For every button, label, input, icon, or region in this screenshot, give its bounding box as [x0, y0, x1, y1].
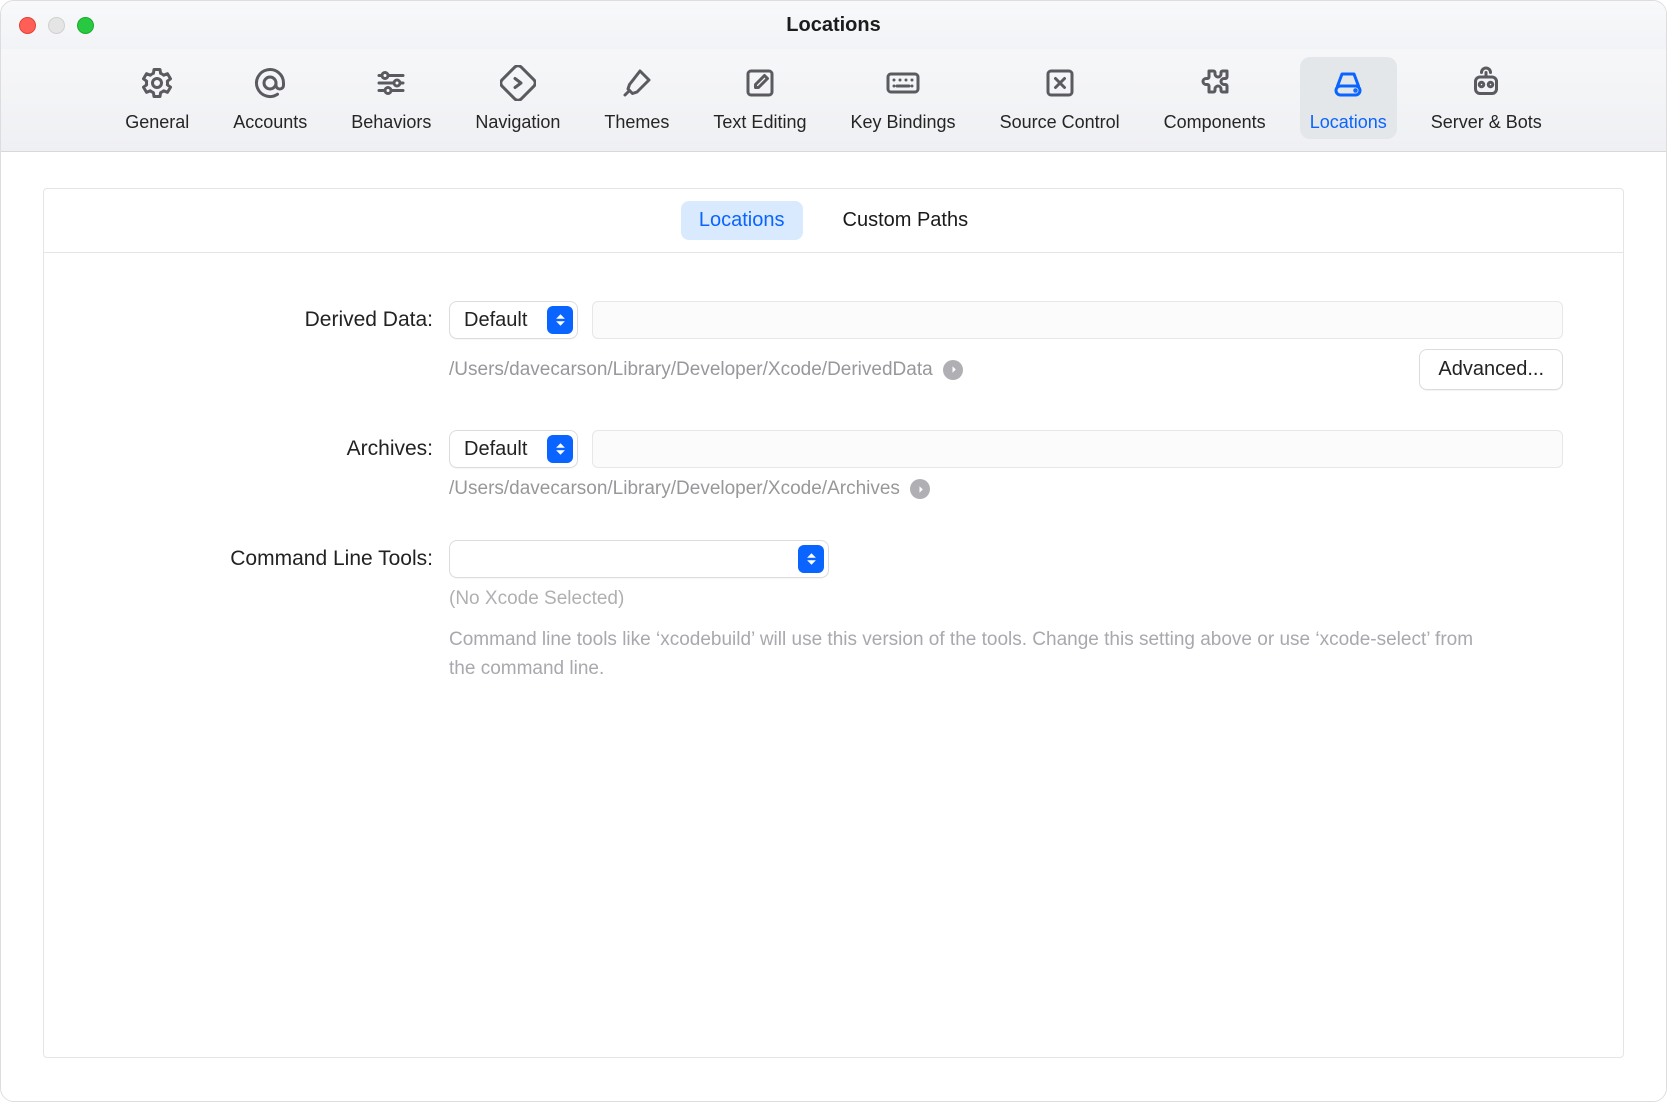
derived-data-path-input[interactable]	[592, 301, 1563, 339]
puzzle-icon	[1197, 65, 1233, 106]
derived-data-path-row: /Users/davecarson/Library/Developer/Xcod…	[449, 349, 1563, 390]
preferences-window: Locations General Accounts Behaviors Nav…	[0, 0, 1667, 1102]
archives-dropdown[interactable]: Default	[449, 430, 578, 468]
archives-path-input[interactable]	[592, 430, 1563, 468]
derived-data-path: /Users/davecarson/Library/Developer/Xcod…	[449, 359, 933, 381]
toolbar-item-navigation[interactable]: Navigation	[465, 57, 570, 139]
clt-hint: (No Xcode Selected)	[449, 588, 1563, 610]
toolbar-item-text-editing[interactable]: Text Editing	[703, 57, 816, 139]
locations-panel: Locations Custom Paths Derived Data: Def…	[43, 188, 1624, 1058]
titlebar: Locations	[1, 1, 1666, 49]
clt-row: Command Line Tools:	[104, 540, 1563, 578]
preferences-toolbar: General Accounts Behaviors Navigation Th…	[1, 49, 1666, 152]
toolbar-item-general[interactable]: General	[115, 57, 199, 139]
archives-path: /Users/davecarson/Library/Developer/Xcod…	[449, 478, 900, 500]
toolbar-label: Source Control	[1000, 112, 1120, 133]
pencil-square-icon	[742, 65, 778, 106]
toolbar-label: Navigation	[475, 112, 560, 133]
tab-custom-paths[interactable]: Custom Paths	[825, 201, 987, 240]
clt-label: Command Line Tools:	[104, 547, 449, 571]
subtab-bar: Locations Custom Paths	[44, 189, 1623, 253]
toolbar-item-locations[interactable]: Locations	[1300, 57, 1397, 139]
archives-row: Archives: Default	[104, 430, 1563, 468]
toolbar-label: General	[125, 112, 189, 133]
arrow-right-circle-icon[interactable]	[910, 479, 930, 499]
toolbar-item-accounts[interactable]: Accounts	[223, 57, 317, 139]
toolbar-item-server-bots[interactable]: Server & Bots	[1421, 57, 1552, 139]
arrow-right-circle-icon[interactable]	[943, 360, 963, 380]
robot-icon	[1468, 65, 1504, 106]
derived-data-dropdown[interactable]: Default	[449, 301, 578, 339]
sliders-icon	[373, 65, 409, 106]
toolbar-label: Accounts	[233, 112, 307, 133]
toolbar-item-behaviors[interactable]: Behaviors	[341, 57, 441, 139]
toolbar-item-themes[interactable]: Themes	[594, 57, 679, 139]
toolbar-label: Server & Bots	[1431, 112, 1542, 133]
updown-chevron-icon	[547, 435, 573, 463]
navigation-arrow-icon	[500, 65, 536, 106]
drive-icon	[1330, 65, 1366, 106]
gear-icon	[139, 65, 175, 106]
paintbrush-icon	[619, 65, 655, 106]
derived-data-row: Derived Data: Default	[104, 301, 1563, 339]
toolbar-item-key-bindings[interactable]: Key Bindings	[840, 57, 965, 139]
derived-data-label: Derived Data:	[104, 308, 449, 332]
archives-label: Archives:	[104, 437, 449, 461]
advanced-button[interactable]: Advanced...	[1419, 349, 1563, 390]
toolbar-item-components[interactable]: Components	[1154, 57, 1276, 139]
toolbar-label: Text Editing	[713, 112, 806, 133]
content-area: Locations Custom Paths Derived Data: Def…	[1, 152, 1666, 1101]
source-control-icon	[1042, 65, 1078, 106]
updown-chevron-icon	[798, 545, 824, 573]
tab-locations[interactable]: Locations	[681, 201, 803, 240]
clt-dropdown[interactable]	[449, 540, 829, 578]
window-title: Locations	[1, 14, 1666, 37]
toolbar-item-source-control[interactable]: Source Control	[990, 57, 1130, 139]
dropdown-value: Default	[464, 438, 527, 461]
toolbar-label: Locations	[1310, 112, 1387, 133]
at-icon	[252, 65, 288, 106]
toolbar-label: Behaviors	[351, 112, 431, 133]
toolbar-label: Themes	[604, 112, 669, 133]
toolbar-label: Components	[1164, 112, 1266, 133]
updown-chevron-icon	[547, 306, 573, 334]
locations-form: Derived Data: Default /Users/dave	[44, 253, 1623, 731]
archives-path-row: /Users/davecarson/Library/Developer/Xcod…	[449, 478, 1563, 500]
clt-help-text: Command line tools like ‘xcodebuild’ wil…	[449, 626, 1499, 683]
dropdown-value: Default	[464, 309, 527, 332]
keyboard-icon	[885, 65, 921, 106]
toolbar-label: Key Bindings	[850, 112, 955, 133]
